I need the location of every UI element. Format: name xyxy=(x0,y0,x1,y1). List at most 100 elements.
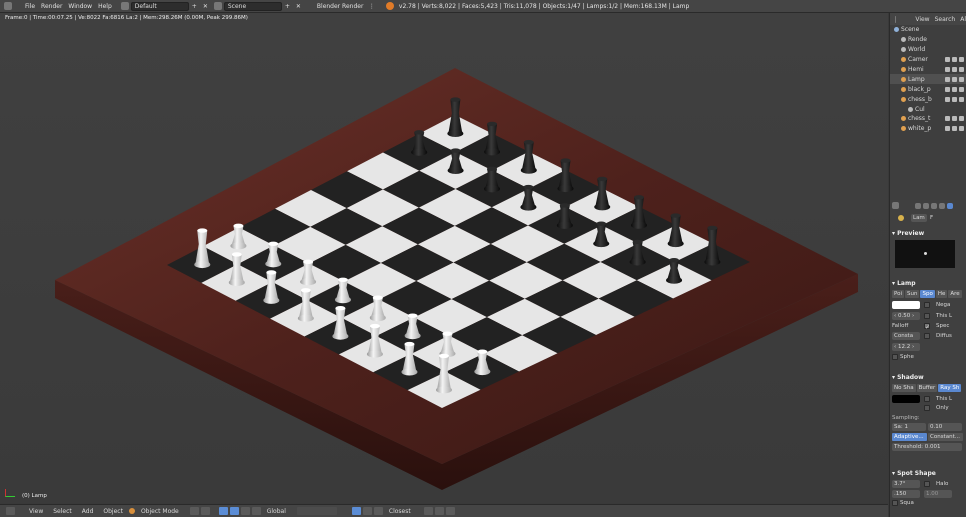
eye-icon[interactable] xyxy=(945,57,950,63)
lamp-type-button[interactable]: Sun xyxy=(905,290,920,298)
halo-step-field[interactable]: 1.00 xyxy=(924,490,952,498)
camera-icon[interactable] xyxy=(959,116,964,122)
proportional-icon[interactable] xyxy=(362,507,372,515)
camera-icon[interactable] xyxy=(959,57,964,63)
cursor-icon[interactable] xyxy=(952,76,957,82)
menu-add[interactable]: Add xyxy=(77,508,99,515)
outliner-row[interactable]: Rende xyxy=(890,35,966,45)
samples-field[interactable]: Sa: 1 xyxy=(892,423,926,431)
orientation-select[interactable]: Global xyxy=(262,508,291,515)
close-layout-icon[interactable]: ✕ xyxy=(200,3,211,10)
cursor-icon[interactable] xyxy=(952,96,957,102)
visibility-toggles[interactable] xyxy=(945,126,966,132)
render-tab-icon[interactable] xyxy=(915,202,921,209)
outliner-row[interactable]: black_p xyxy=(890,84,966,94)
threshold-field[interactable]: Threshold: 0.001 xyxy=(892,443,962,451)
visibility-toggles[interactable] xyxy=(945,86,966,92)
outliner-row[interactable]: World xyxy=(890,45,966,55)
distance-field[interactable]: ‹ 12.2 › xyxy=(892,343,920,351)
editor-type-icon[interactable] xyxy=(6,507,15,515)
rotate-icon[interactable] xyxy=(240,507,250,515)
cursor-icon[interactable] xyxy=(952,116,957,122)
scene-tab-icon[interactable] xyxy=(923,202,929,209)
constant-qmc-button[interactable]: Constant... xyxy=(928,433,963,441)
menu-render[interactable]: Render xyxy=(38,3,65,10)
world-tab-icon[interactable] xyxy=(931,202,937,209)
halo-checkbox[interactable] xyxy=(924,481,930,487)
visibility-toggles[interactable] xyxy=(945,76,966,82)
eye-icon[interactable] xyxy=(945,116,950,122)
lamp-color-swatch[interactable] xyxy=(892,301,920,309)
spot-blend-field[interactable]: .150 xyxy=(892,490,920,498)
props-editor-icon[interactable] xyxy=(892,202,899,209)
outliner-row[interactable]: Scene xyxy=(890,25,966,35)
shadow-color-swatch[interactable] xyxy=(892,395,920,403)
eye-icon[interactable] xyxy=(945,76,950,82)
render-anim-icon[interactable] xyxy=(434,507,444,515)
add-scene-icon[interactable]: + xyxy=(282,3,293,10)
eye-icon[interactable] xyxy=(945,67,950,72)
visibility-toggles[interactable] xyxy=(945,67,966,72)
mode-select[interactable]: Object Mode xyxy=(136,508,184,515)
preview-title[interactable]: ▾ Preview xyxy=(892,230,964,237)
outliner-row[interactable]: Lamp xyxy=(890,74,966,85)
outliner-row[interactable]: chess_t xyxy=(890,114,966,124)
3d-viewport[interactable]: Frame:0 | Time:00:07.25 | Ve:8022 Fa:681… xyxy=(0,13,888,503)
camera-icon[interactable] xyxy=(959,126,964,132)
manipulator-icon[interactable] xyxy=(218,507,228,515)
cursor-icon[interactable] xyxy=(952,57,957,63)
specular-checkbox[interactable]: ✓ xyxy=(924,323,930,331)
shadow-title[interactable]: ▾ Shadow xyxy=(892,374,964,381)
close-scene-icon[interactable]: ✕ xyxy=(293,3,304,10)
add-layout-icon[interactable]: + xyxy=(189,3,200,10)
shadow-this-layer-checkbox[interactable] xyxy=(924,396,930,402)
cursor-icon[interactable] xyxy=(952,67,957,72)
menu-select[interactable]: Select xyxy=(48,508,77,515)
render-engine-select[interactable]: Blender Render xyxy=(314,3,366,10)
spot-size-field[interactable]: 3.7° xyxy=(892,480,920,488)
energy-field[interactable]: ‹ 0.50 › xyxy=(892,312,920,320)
layout-field[interactable]: Default xyxy=(130,1,189,11)
lamp-type-button[interactable]: Spo xyxy=(920,290,935,298)
lamp-title[interactable]: ▾ Lamp xyxy=(892,280,964,287)
menu-help[interactable]: Help xyxy=(95,3,115,10)
layers-icon[interactable] xyxy=(296,507,337,515)
cursor-icon[interactable] xyxy=(952,86,957,92)
snap-element-icon[interactable] xyxy=(373,507,383,515)
menu-window[interactable]: Window xyxy=(65,3,95,10)
eye-icon[interactable] xyxy=(945,96,950,102)
lamp-type-button[interactable]: Are xyxy=(948,290,962,298)
outliner-row[interactable]: chess_b xyxy=(890,94,966,104)
outliner-row[interactable]: Hemi xyxy=(890,65,966,75)
object-tab-icon[interactable] xyxy=(939,202,945,209)
opengl-icon[interactable] xyxy=(445,507,455,515)
adaptive-qmc-button[interactable]: Adaptive... xyxy=(892,433,927,441)
camera-icon[interactable] xyxy=(959,67,964,72)
menu-object[interactable]: Object xyxy=(98,508,128,515)
outliner-row[interactable]: white_p xyxy=(890,124,966,134)
square-checkbox[interactable] xyxy=(892,500,898,506)
snap-toggle-icon[interactable] xyxy=(351,507,361,515)
camera-icon[interactable] xyxy=(959,76,964,82)
translate-icon[interactable] xyxy=(229,507,239,515)
shadow-only-checkbox[interactable] xyxy=(924,405,930,411)
layout-icon[interactable] xyxy=(120,2,129,10)
spot-shape-title[interactable]: ▾ Spot Shape xyxy=(892,470,964,477)
shading-icon[interactable] xyxy=(189,507,199,515)
datablock-name[interactable]: Lam xyxy=(911,214,927,222)
outliner-search-menu[interactable]: Search xyxy=(935,16,956,23)
outliner-view-menu[interactable]: View xyxy=(915,16,929,23)
lamp-type-button[interactable]: He xyxy=(935,290,948,298)
visibility-toggles[interactable] xyxy=(945,116,966,122)
eye-icon[interactable] xyxy=(945,86,950,92)
sphere-checkbox[interactable] xyxy=(892,354,898,360)
cursor-icon[interactable] xyxy=(952,126,957,132)
data-tab-icon[interactable] xyxy=(947,202,953,209)
scene-field[interactable]: Scene xyxy=(223,1,282,11)
camera-icon[interactable] xyxy=(959,96,964,102)
outliner-row[interactable]: Cul xyxy=(890,104,966,114)
scene-icon[interactable] xyxy=(213,2,222,10)
editor-type-icon[interactable] xyxy=(4,2,12,10)
engine-dropdown-icon[interactable]: ⋮ xyxy=(366,3,378,10)
falloff-select[interactable]: Consta xyxy=(892,332,920,340)
